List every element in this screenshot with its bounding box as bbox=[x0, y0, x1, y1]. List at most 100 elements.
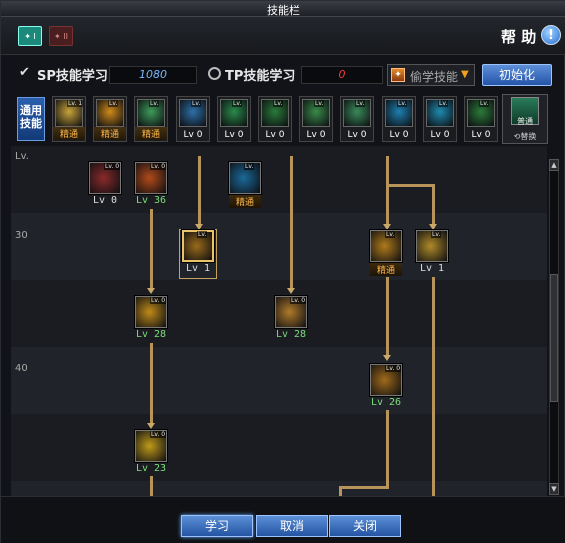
general-skill-slot[interactable]: Lv. Lv 0 bbox=[176, 96, 210, 142]
level-tag: Lv. bbox=[244, 163, 255, 170]
general-skills-row: 通用技能 Lv. 1 精通 Lv. 精通 Lv. 精通 Lv. Lv 0 Lv. Lv 0 Lv. L… bbox=[13, 94, 553, 146]
title-bar[interactable]: 技能栏 bbox=[1, 1, 565, 17]
learn-button[interactable]: 学习 bbox=[181, 515, 253, 537]
level-tag: Lv. bbox=[314, 100, 325, 107]
level-tag: Lv. bbox=[431, 231, 442, 238]
general-skill-label: Lv 0 bbox=[471, 130, 491, 140]
general-skill-slot[interactable]: Lv. Lv 0 bbox=[464, 96, 498, 142]
general-skill-slot[interactable]: Lv. Lv 0 bbox=[258, 96, 292, 142]
connector-line bbox=[339, 486, 389, 489]
level-tag: Lv. 0 bbox=[150, 431, 167, 438]
tree-skill[interactable]: Lv. 精通 bbox=[368, 230, 404, 278]
connector-line bbox=[339, 486, 342, 496]
level-tag: Lv. 0 bbox=[385, 365, 402, 372]
skill-level-label: 精通 bbox=[370, 263, 402, 276]
general-skills-label: 通用技能 bbox=[17, 97, 45, 141]
help-label[interactable]: 帮 助 bbox=[501, 26, 536, 47]
general-skill-slot[interactable]: Lv. 精通 bbox=[93, 96, 127, 142]
tree-skill[interactable]: Lv. 0 Lv 28 bbox=[273, 296, 309, 344]
tree-skill[interactable]: Lv. 0 Lv 0 bbox=[87, 162, 123, 210]
chevron-down-icon: ▼ bbox=[461, 69, 469, 80]
scroll-down-icon[interactable]: ▼ bbox=[549, 483, 559, 495]
sp-label[interactable]: SP技能学习 bbox=[37, 65, 108, 84]
page-two-tab[interactable]: ✦ II bbox=[49, 26, 73, 46]
general-skill-label: Lv 0 bbox=[347, 130, 367, 140]
help-icon[interactable]: ! bbox=[541, 25, 561, 45]
scroll-thumb[interactable] bbox=[550, 274, 558, 402]
swap-button[interactable]: 普通 ⟲替换 bbox=[502, 94, 548, 144]
sp-value: 1080 bbox=[109, 66, 197, 84]
close-button[interactable]: 关闭 bbox=[329, 515, 401, 537]
tree-band bbox=[11, 481, 547, 496]
initialize-button[interactable]: 初始化 bbox=[482, 64, 552, 86]
level-tag: Lv. bbox=[479, 100, 490, 107]
level-tag: Lv. 0 bbox=[150, 163, 167, 170]
general-skill-slot[interactable]: Lv. Lv 0 bbox=[340, 96, 374, 142]
scroll-up-icon[interactable]: ▲ bbox=[549, 159, 559, 171]
skill-tree: Lv. 30 40 Lv. 0 Lv 0 Lv. 0 Lv 36 Lv. 精通 Lv.… bbox=[11, 146, 547, 496]
skill-level-label: Lv 28 bbox=[135, 329, 167, 340]
general-skill-slot[interactable]: Lv. 精通 bbox=[134, 96, 168, 142]
connector-line bbox=[386, 410, 389, 488]
level-tag: Lv. bbox=[397, 100, 408, 107]
connector-line bbox=[290, 156, 293, 290]
connector-line bbox=[432, 277, 435, 496]
tree-skill[interactable]: Lv. 0 Lv 26 bbox=[368, 364, 404, 412]
connector-line bbox=[386, 277, 389, 357]
circle-icon bbox=[208, 67, 221, 80]
general-skill-label: Lv 0 bbox=[224, 130, 244, 140]
skill-level-label: Lv 0 bbox=[92, 195, 118, 206]
arrow-down-icon bbox=[147, 423, 155, 429]
level-tag: Lv. 0 bbox=[150, 297, 167, 304]
tree-skill[interactable]: Lv. 0 Lv 28 bbox=[133, 296, 169, 344]
level-tag: Lv. bbox=[197, 231, 208, 238]
bottom-bar: 学习 取消 关闭 bbox=[1, 496, 565, 543]
general-skill-label: 精通 bbox=[94, 127, 126, 140]
general-skill-slot[interactable]: Lv. Lv 0 bbox=[217, 96, 251, 142]
steal-skill-icon: ✦ bbox=[391, 68, 405, 82]
connector-line bbox=[386, 184, 434, 187]
checkmark-icon: ✔ bbox=[19, 65, 30, 80]
steal-skill-dropdown[interactable]: ✦ 偷学技能 ▼ bbox=[387, 64, 475, 86]
level-tag: Lv. bbox=[149, 100, 160, 107]
tree-skill[interactable]: Lv. Lv 1 bbox=[414, 230, 450, 278]
window-title: 技能栏 bbox=[267, 4, 300, 17]
page-one-tab[interactable]: ✦ I bbox=[18, 26, 42, 46]
level-tag: Lv. bbox=[108, 100, 119, 107]
general-skill-label: Lv 0 bbox=[430, 130, 450, 140]
cancel-button[interactable]: 取消 bbox=[256, 515, 328, 537]
tree-skill[interactable]: Lv. Lv 1 bbox=[179, 229, 217, 279]
general-skill-label: Lv 0 bbox=[183, 130, 203, 140]
general-skill-slot[interactable]: Lv. Lv 0 bbox=[382, 96, 416, 142]
level-label: 30 bbox=[15, 230, 28, 241]
general-skill-slot[interactable]: Lv. Lv 0 bbox=[423, 96, 457, 142]
connector-line bbox=[150, 343, 153, 425]
skill-level-label: Lv 1 bbox=[185, 263, 211, 274]
level-tag: Lv. bbox=[438, 100, 449, 107]
skill-level-label: Lv 23 bbox=[135, 463, 167, 474]
general-skill-slot[interactable]: Lv. Lv 0 bbox=[299, 96, 333, 142]
points-row: ✔ SP技能学习 1080 TP技能学习 0 ✦ 偷学技能 ▼ 初始化 bbox=[1, 61, 565, 89]
arrow-down-icon bbox=[287, 288, 295, 294]
connector-line bbox=[432, 184, 435, 228]
level-tag: Lv. bbox=[273, 100, 284, 107]
level-tag: Lv. 0 bbox=[290, 297, 307, 304]
general-skill-slot[interactable]: Lv. 1 精通 bbox=[52, 96, 86, 142]
skill-level-label: Lv 26 bbox=[370, 397, 402, 408]
tree-band bbox=[11, 414, 547, 481]
level-label: Lv. bbox=[15, 151, 29, 162]
tree-band bbox=[11, 213, 547, 280]
level-tag: Lv. bbox=[385, 231, 396, 238]
connector-line bbox=[150, 209, 153, 289]
tp-label[interactable]: TP技能学习 bbox=[225, 65, 295, 84]
general-skill-label: Lv 0 bbox=[265, 130, 285, 140]
arrow-down-icon bbox=[147, 288, 155, 294]
skill-level-label: Lv 28 bbox=[275, 329, 307, 340]
tree-skill[interactable]: Lv. 0 Lv 36 bbox=[133, 162, 169, 210]
level-tag: Lv. bbox=[355, 100, 366, 107]
top-row: ✦ I ✦ II 帮 助 ! bbox=[1, 17, 565, 55]
tree-skill[interactable]: Lv. 0 Lv 23 bbox=[133, 430, 169, 478]
vertical-scrollbar[interactable]: ▲ ▼ bbox=[549, 159, 559, 495]
tree-skill[interactable]: Lv. 精通 bbox=[227, 162, 263, 210]
level-tag: Lv. bbox=[191, 100, 202, 107]
